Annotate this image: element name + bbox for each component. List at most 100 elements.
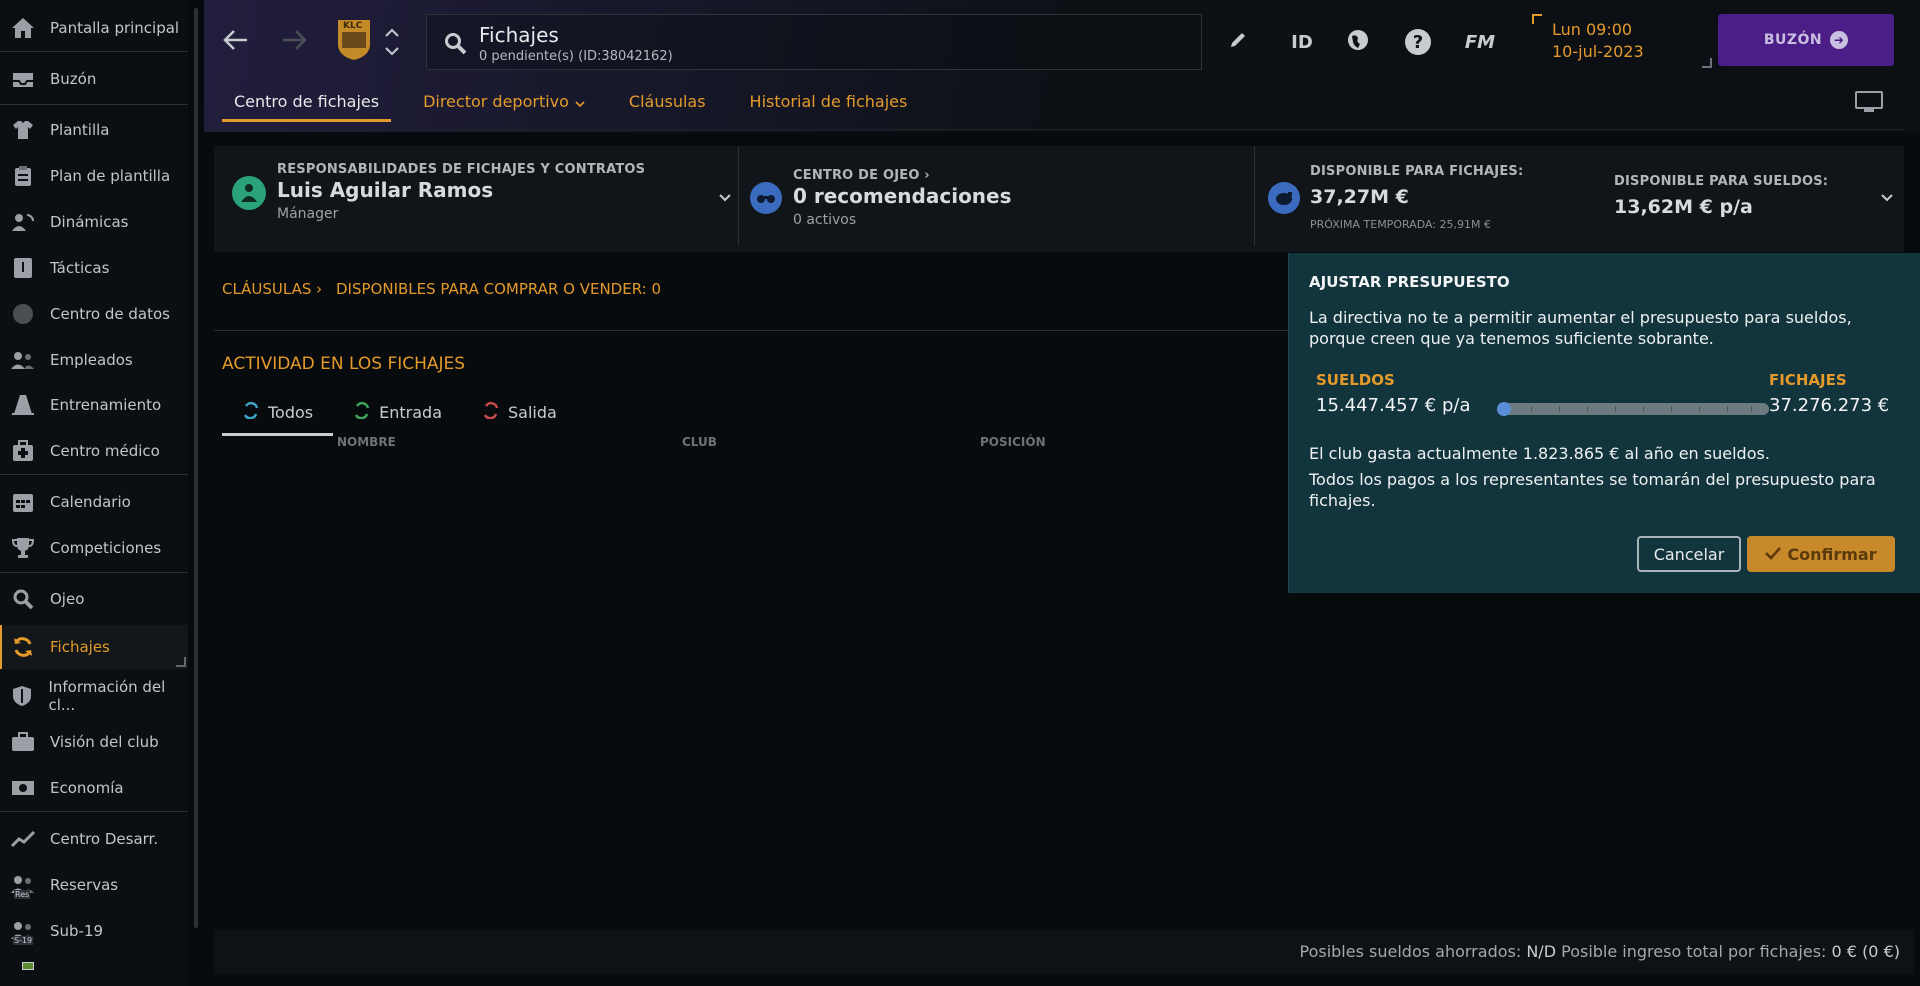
column-header-name[interactable]: NOMBRE [337,435,396,449]
budget-slider[interactable] [1497,402,1769,416]
chevron-down-icon[interactable] [718,190,732,204]
continue-button[interactable]: BUZÓN ➜ [1718,14,1894,66]
tactics-icon [10,255,36,281]
tab-clauses[interactable]: Cláusulas [617,90,718,122]
next-season-budget: PRÓXIMA TEMPORADA: 25,91M € [1310,218,1491,231]
column-header-position[interactable]: POSICIÓN [980,435,1046,449]
sidebar-scrollbar[interactable] [194,8,198,928]
responsible-role: Mánager [277,206,339,222]
calendar-icon [10,489,36,515]
edit-button[interactable] [1224,26,1252,58]
confirm-button[interactable]: Confirmar [1747,536,1895,572]
sidebar-item-u19[interactable]: S-19 Sub-19 [0,911,188,951]
data-icon [10,301,36,327]
sidebar-item-development[interactable]: Centro Desarr. [0,819,188,859]
tab-all[interactable]: Todos [222,394,334,436]
fm-world-button[interactable] [1342,26,1374,58]
sidebar-item-scouting[interactable]: Ojeo [0,579,188,619]
id-label: ID [1291,31,1313,53]
slider-tick [1699,406,1700,412]
scouting-centre-link[interactable]: CENTRO DE OJEO › [793,168,930,183]
confirm-label: Confirmar [1787,544,1877,564]
sidebar-item-transfers[interactable]: Fichajes [0,625,188,669]
responsible-name[interactable]: Luis Aguilar Ramos [277,178,493,202]
club-crest[interactable]: KLC [336,18,372,62]
sidebar-item-squad-plan[interactable]: Plan de plantilla [0,156,188,196]
tab-transfer-centre[interactable]: Centro de fichajes [222,90,392,122]
corner-decoration [1532,14,1542,24]
slider-tick [1671,406,1672,412]
id-button[interactable]: ID [1284,26,1320,58]
sidebar-item-reserves[interactable]: Res Reservas [0,865,188,905]
wage-budget-label: DISPONIBLE PARA SUELDOS: [1614,174,1829,189]
sidebar-item-competitions[interactable]: Competiciones [0,528,188,568]
tab-director-of-football[interactable]: Director deportivo [411,90,597,122]
clipboard-icon [10,163,36,189]
footer-bar: Posibles sueldos ahorrados: N/D Posible … [214,930,1914,974]
column-header-club[interactable]: CLUB [682,435,717,449]
slider-tick [1559,406,1560,412]
footer-summary: Posibles sueldos ahorrados: N/D Posible … [1300,942,1901,961]
sidebar: Pantalla principal Buzón Plantilla Plan … [0,0,188,986]
corner-decoration [1702,58,1712,68]
briefcase-icon [10,729,36,755]
clauses-link[interactable]: CLÁUSULAS › [222,280,322,298]
checkmark-icon [1765,545,1782,564]
activity-tabs: Todos Entrada Salida [222,394,577,436]
fm-menu-button[interactable]: FM [1460,26,1500,58]
tab-label: Historial de fichajes [749,92,908,111]
cancel-button[interactable]: Cancelar [1637,536,1741,572]
forward-button[interactable] [276,24,312,60]
sidebar-item-label: Centro médico [50,442,160,460]
slider-handle[interactable] [1497,402,1511,416]
magnifier-icon [10,586,36,612]
piggy-bank-icon [1268,182,1300,214]
tab-transfer-history[interactable]: Historial de fichajes [738,90,920,122]
club-switcher[interactable] [382,24,402,60]
binoculars-icon [750,182,782,214]
sidebar-item-label: Reservas [50,876,119,894]
wages-saved-label: Posibles sueldos ahorrados: [1299,942,1522,961]
scouting-label: CENTRO DE OJEO [793,168,920,183]
active-scouts: 0 activos [793,212,857,228]
sidebar-item-finances[interactable]: Economía [0,768,188,808]
sidebar-item-label: Pantalla principal [50,19,180,37]
sidebar-item-data-hub[interactable]: Centro de datos [0,294,188,334]
sidebar-item-label: Centro Desarr. [50,830,159,848]
inbox-icon [10,66,36,92]
sidebar-item-staff[interactable]: Empleados [0,340,188,380]
slider-tick [1587,406,1588,412]
staff-icon [10,347,36,373]
wage-budget-value[interactable]: 13,62M € p/a [1614,196,1753,218]
sidebar-item-club-vision[interactable]: Visión del club [0,722,188,762]
globe-icon [1346,28,1370,57]
sidebar-item-tactics[interactable]: Tácticas [0,248,188,288]
sidebar-item-medical[interactable]: Centro médico [0,431,188,471]
wages-value: 15.447.457 € p/a [1316,395,1471,416]
sidebar-item-label: Fichajes [50,638,110,656]
chevron-down-icon[interactable] [1880,190,1894,204]
sidebar-item-calendar[interactable]: Calendario [0,482,188,522]
help-button[interactable]: ? [1402,26,1434,58]
tab-incoming[interactable]: Entrada [333,394,462,430]
reserves-icon: Res [10,872,36,899]
sidebar-item-club-info[interactable]: Información del cl... [0,676,188,716]
sidebar-item-inbox[interactable]: Buzón [0,59,188,99]
display-options-button[interactable] [1854,90,1884,118]
search-box[interactable]: Fichajes 0 pendiente(s) (ID:38042162) [426,14,1202,70]
continue-date[interactable]: Lun 09:00 10-jul-2023 [1532,14,1712,68]
chevron-up-down-icon [382,28,402,64]
sidebar-item-dynamics[interactable]: Dinámicas [0,202,188,242]
transfer-budget-value[interactable]: 37,27M € [1310,186,1409,208]
clauses-available[interactable]: DISPONIBLES PARA COMPRAR O VENDER: 0 [336,280,661,298]
sidebar-divider [0,474,188,475]
chevron-down-icon [575,94,585,113]
tab-outgoing[interactable]: Salida [462,394,577,430]
recommendations-count[interactable]: 0 recomendaciones [793,184,1012,208]
sidebar-item-squad[interactable]: Plantilla [0,110,188,150]
sidebar-item-label: Información del cl... [48,678,166,714]
current-date: 10-jul-2023 [1552,42,1644,61]
sidebar-item-home[interactable]: Pantalla principal [0,8,188,48]
back-button[interactable] [218,24,254,60]
sidebar-item-training[interactable]: Entrenamiento [0,385,188,425]
